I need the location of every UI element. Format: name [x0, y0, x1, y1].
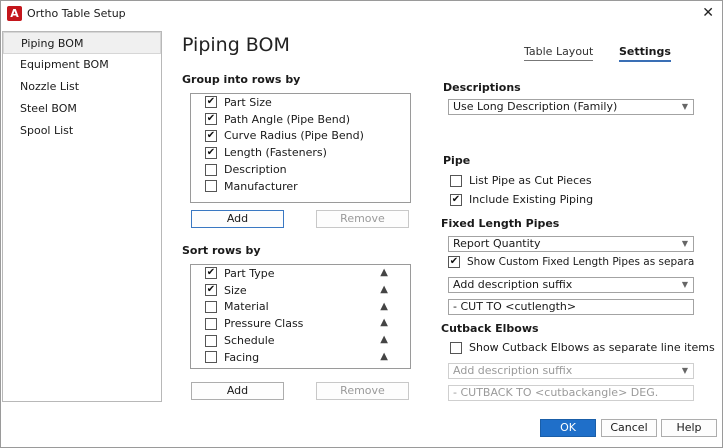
- chevron-down-icon: ▼: [681, 280, 688, 289]
- sidebar-item-piping-bom[interactable]: Piping BOM: [3, 32, 161, 54]
- tab-settings[interactable]: Settings: [619, 45, 671, 62]
- list-item-label: Pressure Class: [224, 317, 304, 331]
- description-select[interactable]: Use Long Description (Family) ▼: [448, 99, 694, 115]
- sidebar: Piping BOM Equipment BOM Nozzle List Ste…: [2, 31, 162, 402]
- list-item-label: Description: [224, 163, 287, 177]
- list-item[interactable]: Length (Fasteners): [191, 144, 410, 161]
- title-bar: A Ortho Table Setup ✕: [1, 1, 722, 27]
- show-cutback-checkbox[interactable]: Show Cutback Elbows as separate line ite…: [450, 341, 715, 354]
- list-item[interactable]: Part Type ▲: [191, 265, 410, 282]
- report-quantity-select[interactable]: Report Quantity ▼: [448, 236, 694, 252]
- checkbox-label: List Pipe as Cut Pieces: [469, 174, 592, 187]
- list-item-label: Schedule: [224, 334, 275, 348]
- list-item-label: Path Angle (Pipe Bend): [224, 112, 351, 126]
- sort-up-arrow-icon[interactable]: ▲: [380, 351, 388, 362]
- checkbox[interactable]: [205, 300, 217, 313]
- checkbox[interactable]: [448, 256, 460, 268]
- list-item-label: Manufacturer: [224, 179, 298, 193]
- checkbox-label: Show Cutback Elbows as separate line ite…: [469, 341, 715, 354]
- fixed-suffix-select[interactable]: Add description suffix ▼: [448, 277, 694, 293]
- sort-up-arrow-icon[interactable]: ▲: [380, 284, 388, 295]
- sidebar-item-spool-list[interactable]: Spool List: [3, 120, 161, 142]
- list-item-label: Part Size: [224, 95, 272, 109]
- cancel-button[interactable]: Cancel: [601, 419, 657, 437]
- descriptions-label: Descriptions: [443, 81, 521, 94]
- sidebar-item-equipment-bom[interactable]: Equipment BOM: [3, 54, 161, 76]
- checkbox[interactable]: [205, 267, 217, 280]
- list-item[interactable]: Path Angle (Pipe Bend): [191, 111, 410, 128]
- sort-up-arrow-icon[interactable]: ▲: [380, 267, 388, 278]
- list-item[interactable]: Manufacturer: [191, 178, 410, 195]
- list-item[interactable]: Pressure Class ▲: [191, 315, 410, 332]
- checkbox[interactable]: [205, 351, 217, 364]
- chevron-down-icon: ▼: [681, 366, 688, 375]
- sidebar-item-nozzle-list[interactable]: Nozzle List: [3, 76, 161, 98]
- window-title: Ortho Table Setup: [27, 7, 126, 20]
- list-pipe-cut-checkbox[interactable]: List Pipe as Cut Pieces: [450, 174, 592, 187]
- page-title: Piping BOM: [182, 34, 290, 56]
- checkbox[interactable]: [205, 146, 217, 159]
- cutback-suffix-value: Add description suffix: [453, 364, 573, 377]
- sort-rows-list[interactable]: Part Type ▲ Size ▲ Material ▲ Pressure Clas…: [190, 264, 411, 369]
- list-item[interactable]: Part Size: [191, 94, 410, 111]
- autocad-app-icon: A: [7, 6, 22, 21]
- show-custom-fixed-checkbox[interactable]: Show Custom Fixed Length Pipes as separa…: [448, 256, 694, 268]
- tab-table-layout[interactable]: Table Layout: [524, 45, 594, 61]
- checkbox-label: Show Custom Fixed Length Pipes as separa…: [467, 256, 694, 268]
- list-item[interactable]: Material ▲: [191, 299, 410, 316]
- pipe-label: Pipe: [443, 154, 471, 167]
- cutback-suffix-input[interactable]: - CUTBACK TO <cutbackangle> DEG.: [448, 385, 694, 401]
- dialog-window: A Ortho Table Setup ✕ Piping BOM Equipme…: [0, 0, 723, 448]
- close-icon[interactable]: ✕: [702, 5, 714, 21]
- checkbox[interactable]: [205, 180, 217, 193]
- group-rows-label: Group into rows by: [182, 73, 301, 86]
- sort-up-arrow-icon[interactable]: ▲: [380, 317, 388, 328]
- list-item[interactable]: Curve Radius (Pipe Bend): [191, 128, 410, 145]
- list-item-label: Material: [224, 300, 269, 314]
- checkbox[interactable]: [450, 341, 462, 354]
- group-add-button[interactable]: Add: [191, 210, 284, 228]
- include-existing-checkbox[interactable]: Include Existing Piping: [450, 193, 593, 206]
- sort-add-button[interactable]: Add: [191, 382, 284, 400]
- chevron-down-icon: ▼: [681, 239, 688, 248]
- help-button[interactable]: Help: [661, 419, 717, 437]
- list-item[interactable]: Facing ▲: [191, 349, 410, 366]
- cutback-label: Cutback Elbows: [441, 322, 539, 335]
- sort-rows-label: Sort rows by: [182, 244, 261, 257]
- list-item-label: Curve Radius (Pipe Bend): [224, 129, 364, 143]
- fixed-length-label: Fixed Length Pipes: [441, 217, 560, 230]
- list-item-label: Size: [224, 283, 247, 297]
- description-select-value: Use Long Description (Family): [453, 100, 618, 113]
- list-item-label: Length (Fasteners): [224, 146, 327, 160]
- report-quantity-value: Report Quantity: [453, 237, 541, 250]
- chevron-down-icon: ▼: [681, 102, 688, 111]
- fixed-suffix-input[interactable]: - CUT TO <cutlength>: [448, 299, 694, 315]
- checkbox[interactable]: [205, 163, 217, 176]
- group-rows-list[interactable]: Part Size Path Angle (Pipe Bend) Curve R…: [190, 93, 411, 203]
- checkbox[interactable]: [205, 334, 217, 347]
- list-item[interactable]: Size ▲: [191, 282, 410, 299]
- fixed-suffix-value: Add description suffix: [453, 278, 573, 291]
- list-item-label: Facing: [224, 350, 260, 364]
- checkbox[interactable]: [450, 193, 462, 206]
- sort-up-arrow-icon[interactable]: ▲: [380, 301, 388, 312]
- checkbox[interactable]: [450, 174, 462, 187]
- checkbox[interactable]: [205, 317, 217, 330]
- group-remove-button[interactable]: Remove: [316, 210, 409, 228]
- ok-button[interactable]: OK: [540, 419, 596, 437]
- checkbox[interactable]: [205, 284, 217, 297]
- sidebar-item-steel-bom[interactable]: Steel BOM: [3, 98, 161, 120]
- list-item[interactable]: Description: [191, 161, 410, 178]
- cutback-suffix-select[interactable]: Add description suffix ▼: [448, 363, 694, 379]
- sort-remove-button[interactable]: Remove: [316, 382, 409, 400]
- list-item[interactable]: Schedule ▲: [191, 332, 410, 349]
- checkbox[interactable]: [205, 96, 217, 109]
- checkbox[interactable]: [205, 113, 217, 126]
- checkbox-label: Include Existing Piping: [469, 193, 594, 206]
- list-item-label: Part Type: [224, 266, 275, 280]
- sort-up-arrow-icon[interactable]: ▲: [380, 334, 388, 345]
- checkbox[interactable]: [205, 129, 217, 142]
